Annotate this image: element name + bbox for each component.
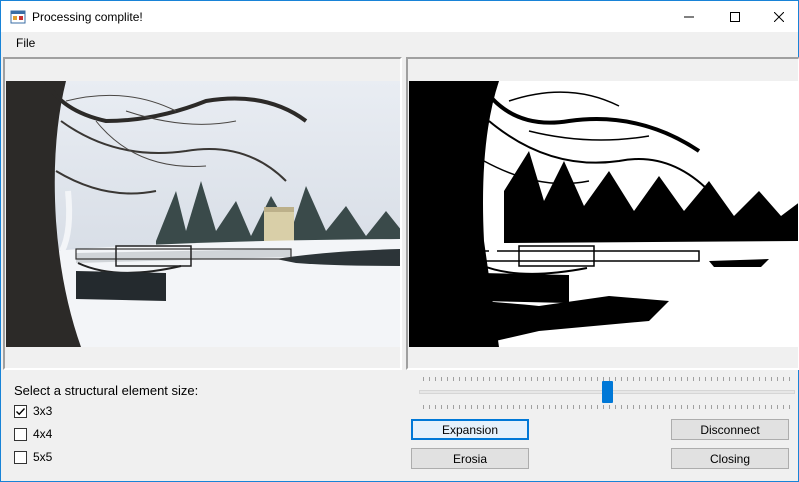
checkbox-4x4[interactable]: 4x4	[14, 426, 52, 442]
slider-ticks-bottom	[423, 405, 791, 409]
processed-picture-box	[406, 57, 799, 370]
winter-park-photo	[6, 81, 400, 347]
app-window-icon	[10, 10, 26, 24]
original-picture-box	[3, 57, 402, 370]
checkbox-label: 5x5	[33, 450, 53, 464]
closing-button[interactable]: Closing	[671, 448, 789, 469]
checkbox-3x3[interactable]: 3x3	[14, 403, 52, 419]
title-bar[interactable]: Processing complite!	[1, 1, 798, 32]
menu-file[interactable]: File	[10, 36, 41, 50]
disconnect-button[interactable]: Disconnect	[671, 419, 789, 440]
erosia-button[interactable]: Erosia	[411, 448, 529, 469]
maximize-icon	[730, 11, 740, 22]
checkbox-label: 4x4	[33, 427, 53, 441]
maximize-button[interactable]	[712, 1, 758, 32]
threshold-slider[interactable]	[419, 373, 795, 413]
checkbox-box[interactable]	[14, 404, 27, 418]
checkbox-box[interactable]	[14, 450, 27, 464]
checkmark-icon	[16, 407, 26, 415]
checkbox-5x5[interactable]: 5x5	[14, 449, 52, 465]
checkbox-box[interactable]	[14, 427, 27, 441]
minimize-button[interactable]	[666, 1, 712, 32]
structural-element-label: Select a structural element size:	[14, 383, 199, 398]
binary-threshold-photo	[409, 81, 798, 347]
close-button[interactable]	[756, 1, 799, 32]
menu-bar: File	[1, 32, 798, 54]
minimize-icon	[684, 16, 694, 17]
slider-thumb[interactable]	[602, 381, 613, 403]
main-window: Processing complite! File Select a struc…	[0, 0, 799, 482]
expansion-button[interactable]: Expansion	[411, 419, 529, 440]
window-title: Processing complite!	[32, 10, 143, 24]
checkbox-label: 3x3	[33, 404, 53, 418]
close-icon	[774, 11, 784, 22]
